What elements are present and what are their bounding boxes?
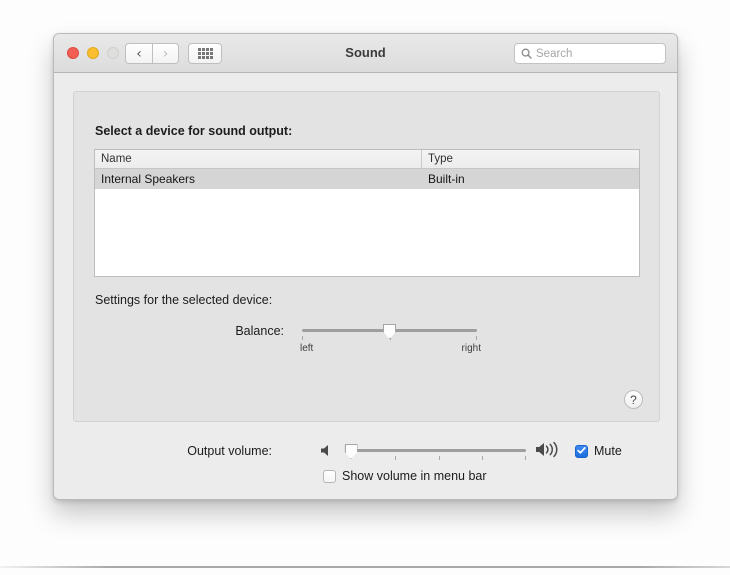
speaker-low-icon xyxy=(320,443,335,463)
mute-label: Mute xyxy=(594,444,622,458)
balance-left-label: left xyxy=(300,343,313,354)
balance-label: Balance: xyxy=(194,324,284,338)
column-header-name[interactable]: Name xyxy=(95,150,422,168)
cell-device-type: Built-in xyxy=(422,169,639,189)
mute-checkbox-group[interactable]: Mute xyxy=(575,444,622,458)
show-volume-checkbox[interactable] xyxy=(323,470,336,483)
help-button[interactable]: ? xyxy=(624,390,643,409)
output-volume-label: Output volume: xyxy=(104,444,272,458)
window-titlebar: ‹ › Sound xyxy=(54,34,677,73)
device-table[interactable]: Name Type Internal Speakers Built-in xyxy=(94,149,640,277)
balance-slider[interactable]: left right xyxy=(302,322,477,352)
balance-right-label: right xyxy=(462,343,481,354)
desktop-divider-line xyxy=(0,566,730,568)
table-row[interactable]: Internal Speakers Built-in xyxy=(95,169,639,189)
settings-section-label: Settings for the selected device: xyxy=(95,293,272,307)
search-placeholder: Search xyxy=(536,48,572,60)
output-settings-panel: Select a device for sound output: Name T… xyxy=(73,91,660,422)
sound-preferences-window: ‹ › Sound xyxy=(53,33,678,500)
cell-device-name: Internal Speakers xyxy=(95,169,422,189)
volume-slider-track[interactable] xyxy=(351,449,526,452)
volume-slider-ticks xyxy=(351,456,526,461)
speaker-high-icon xyxy=(535,441,563,463)
search-icon xyxy=(521,48,532,59)
show-volume-label: Show volume in menu bar xyxy=(342,469,487,483)
column-header-type[interactable]: Type xyxy=(422,150,639,168)
table-header-row: Name Type xyxy=(95,150,639,169)
desktop-background: ‹ › Sound xyxy=(0,0,730,575)
checkmark-icon xyxy=(577,443,586,459)
output-volume-slider[interactable] xyxy=(351,442,526,466)
output-volume-row: Output volume: xyxy=(54,438,678,466)
show-volume-in-menu-bar-group[interactable]: Show volume in menu bar xyxy=(323,469,487,483)
mute-checkbox[interactable] xyxy=(575,445,588,458)
search-input[interactable]: Search xyxy=(514,43,666,64)
device-list-label: Select a device for sound output: xyxy=(95,124,292,138)
